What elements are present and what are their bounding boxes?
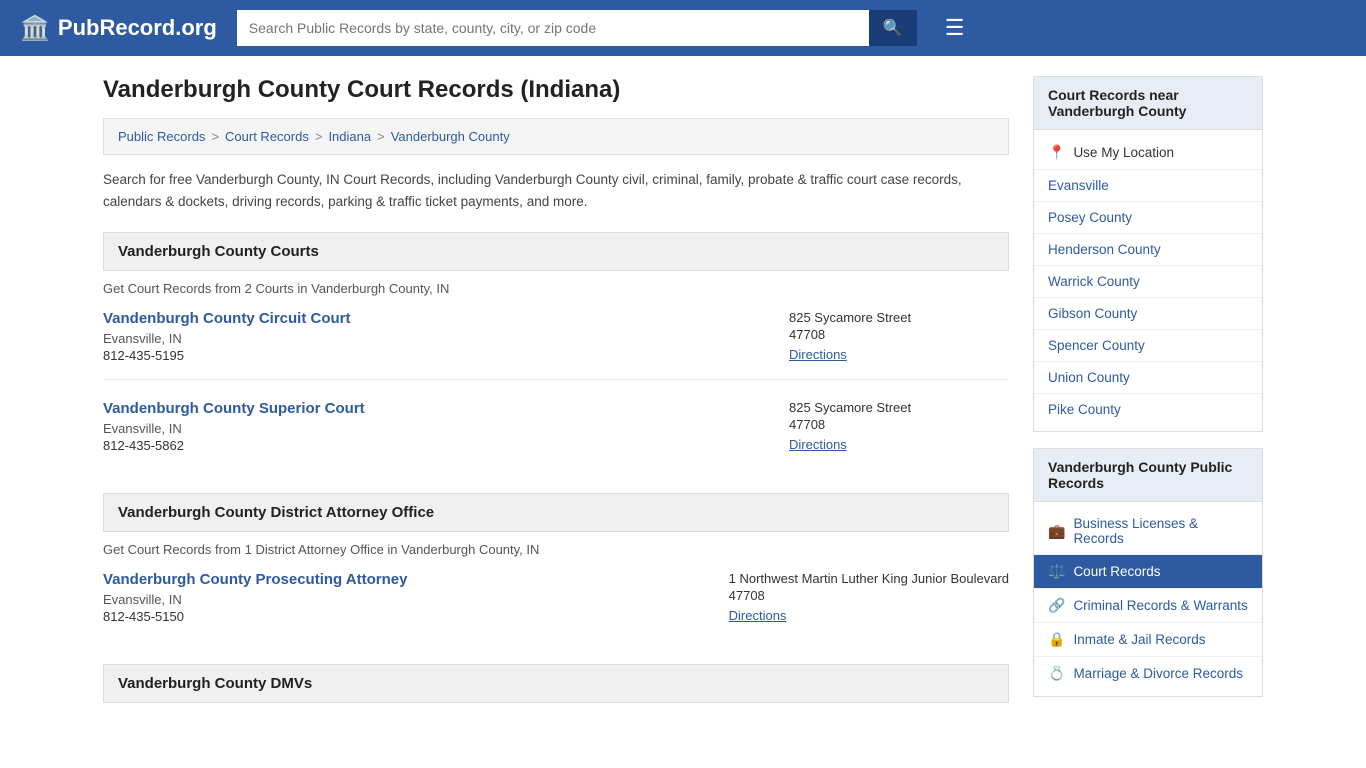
site-logo[interactable]: 🏛️ PubRecord.org	[20, 14, 217, 43]
sidebar-item-gibson[interactable]: Gibson County	[1034, 298, 1262, 330]
posey-label: Posey County	[1048, 210, 1132, 225]
pike-label: Pike County	[1048, 402, 1121, 417]
record-superior-court: Vandenburgh County Superior Court Evansv…	[103, 400, 1009, 469]
section-header-da: Vanderburgh County District Attorney Off…	[103, 493, 1009, 532]
menu-icon: ☰	[945, 15, 965, 40]
main-content: Vanderburgh County Court Records (Indian…	[103, 76, 1009, 727]
sidebar-nearby-body: 📍 Use My Location Evansville Posey Count…	[1034, 130, 1262, 431]
superior-court-directions[interactable]: Directions	[789, 437, 847, 452]
pa-phone: 812-435-5150	[103, 609, 407, 624]
sidebar-item-evansville[interactable]: Evansville	[1034, 170, 1262, 202]
pa-zip: 47708	[729, 588, 1009, 603]
breadcrumb-court-records[interactable]: Court Records	[225, 129, 309, 144]
sidebar-use-location[interactable]: 📍 Use My Location	[1034, 136, 1262, 170]
circuit-court-city: Evansville, IN	[103, 331, 351, 346]
superior-court-address: 825 Sycamore Street	[789, 400, 1009, 415]
sidebar-item-henderson[interactable]: Henderson County	[1034, 234, 1262, 266]
superior-court-phone: 812-435-5862	[103, 438, 365, 453]
intro-text: Search for free Vanderburgh County, IN C…	[103, 169, 1009, 212]
pa-directions[interactable]: Directions	[729, 608, 787, 623]
circuit-court-phone: 812-435-5195	[103, 348, 351, 363]
link-icon: 🔗	[1048, 597, 1065, 614]
spencer-label: Spencer County	[1048, 338, 1145, 353]
circuit-court-name: Vandenburgh County Circuit Court	[103, 310, 351, 327]
scales-icon: ⚖️	[1048, 563, 1065, 580]
superior-court-zip: 47708	[789, 417, 1009, 432]
pa-address: 1 Northwest Martin Luther King Junior Bo…	[729, 571, 1009, 586]
sidebar-nearby-box: Court Records near Vanderburgh County 📍 …	[1033, 76, 1263, 432]
sidebar-item-pike[interactable]: Pike County	[1034, 394, 1262, 425]
menu-button[interactable]: ☰	[945, 15, 965, 41]
sidebar-public-records-box: Vanderburgh County Public Records 💼 Busi…	[1033, 448, 1263, 697]
site-header: 🏛️ PubRecord.org 🔍 ☰	[0, 0, 1366, 56]
section-da: Vanderburgh County District Attorney Off…	[103, 493, 1009, 640]
court-records-label: Court Records	[1073, 564, 1160, 579]
sidebar-item-posey[interactable]: Posey County	[1034, 202, 1262, 234]
business-licenses-label: Business Licenses & Records	[1073, 516, 1248, 546]
superior-court-name: Vandenburgh County Superior Court	[103, 400, 365, 417]
sidebar-item-spencer[interactable]: Spencer County	[1034, 330, 1262, 362]
section-subtitle-courts: Get Court Records from 2 Courts in Vande…	[103, 281, 1009, 296]
sidebar-item-court-records[interactable]: ⚖️ Court Records	[1034, 555, 1262, 589]
circuit-court-directions[interactable]: Directions	[789, 347, 847, 362]
search-button[interactable]: 🔍	[869, 10, 917, 46]
breadcrumb-public-records[interactable]: Public Records	[118, 129, 205, 144]
section-header-courts: Vanderburgh County Courts	[103, 232, 1009, 271]
sidebar-item-marriage-records[interactable]: 💍 Marriage & Divorce Records	[1034, 657, 1262, 690]
section-dmv: Vanderburgh County DMVs	[103, 664, 1009, 703]
search-input[interactable]	[237, 10, 869, 46]
record-prosecuting-attorney: Vanderburgh County Prosecuting Attorney …	[103, 571, 1009, 640]
sidebar-public-records-header: Vanderburgh County Public Records	[1034, 449, 1262, 502]
evansville-label: Evansville	[1048, 178, 1109, 193]
inmate-records-label: Inmate & Jail Records	[1073, 632, 1205, 647]
criminal-records-label: Criminal Records & Warrants	[1073, 598, 1247, 613]
breadcrumb: Public Records > Court Records > Indiana…	[103, 118, 1009, 155]
sidebar-nearby-header: Court Records near Vanderburgh County	[1034, 77, 1262, 130]
search-icon: 🔍	[883, 20, 903, 37]
warrick-label: Warrick County	[1048, 274, 1140, 289]
section-subtitle-da: Get Court Records from 1 District Attorn…	[103, 542, 1009, 557]
breadcrumb-vanderburgh-county[interactable]: Vanderburgh County	[391, 129, 510, 144]
sidebar-item-business-licenses[interactable]: 💼 Business Licenses & Records	[1034, 508, 1262, 555]
pa-name: Vanderburgh County Prosecuting Attorney	[103, 571, 407, 588]
use-location-label: Use My Location	[1073, 145, 1174, 160]
page-container: Vanderburgh County Court Records (Indian…	[83, 56, 1283, 747]
superior-court-city: Evansville, IN	[103, 421, 365, 436]
circuit-court-address: 825 Sycamore Street	[789, 310, 1009, 325]
section-courts: Vanderburgh County Courts Get Court Reco…	[103, 232, 1009, 469]
breadcrumb-indiana[interactable]: Indiana	[328, 129, 371, 144]
sidebar-public-records-body: 💼 Business Licenses & Records ⚖️ Court R…	[1034, 502, 1262, 696]
page-title: Vanderburgh County Court Records (Indian…	[103, 76, 1009, 104]
sidebar-item-inmate-records[interactable]: 🔒 Inmate & Jail Records	[1034, 623, 1262, 657]
record-circuit-court: Vandenburgh County Circuit Court Evansvi…	[103, 310, 1009, 380]
briefcase-icon: 💼	[1048, 523, 1065, 540]
search-bar: 🔍	[237, 10, 917, 46]
logo-icon: 🏛️	[20, 14, 50, 43]
section-header-dmv: Vanderburgh County DMVs	[103, 664, 1009, 703]
rings-icon: 💍	[1048, 665, 1065, 682]
logo-text: PubRecord.org	[58, 15, 217, 41]
marriage-records-label: Marriage & Divorce Records	[1073, 666, 1243, 681]
gibson-label: Gibson County	[1048, 306, 1137, 321]
circuit-court-zip: 47708	[789, 327, 1009, 342]
pa-city: Evansville, IN	[103, 592, 407, 607]
henderson-label: Henderson County	[1048, 242, 1161, 257]
lock-icon: 🔒	[1048, 631, 1065, 648]
union-label: Union County	[1048, 370, 1130, 385]
sidebar: Court Records near Vanderburgh County 📍 …	[1033, 76, 1263, 727]
sidebar-item-union[interactable]: Union County	[1034, 362, 1262, 394]
sidebar-item-criminal-records[interactable]: 🔗 Criminal Records & Warrants	[1034, 589, 1262, 623]
location-icon: 📍	[1048, 144, 1065, 161]
sidebar-item-warrick[interactable]: Warrick County	[1034, 266, 1262, 298]
